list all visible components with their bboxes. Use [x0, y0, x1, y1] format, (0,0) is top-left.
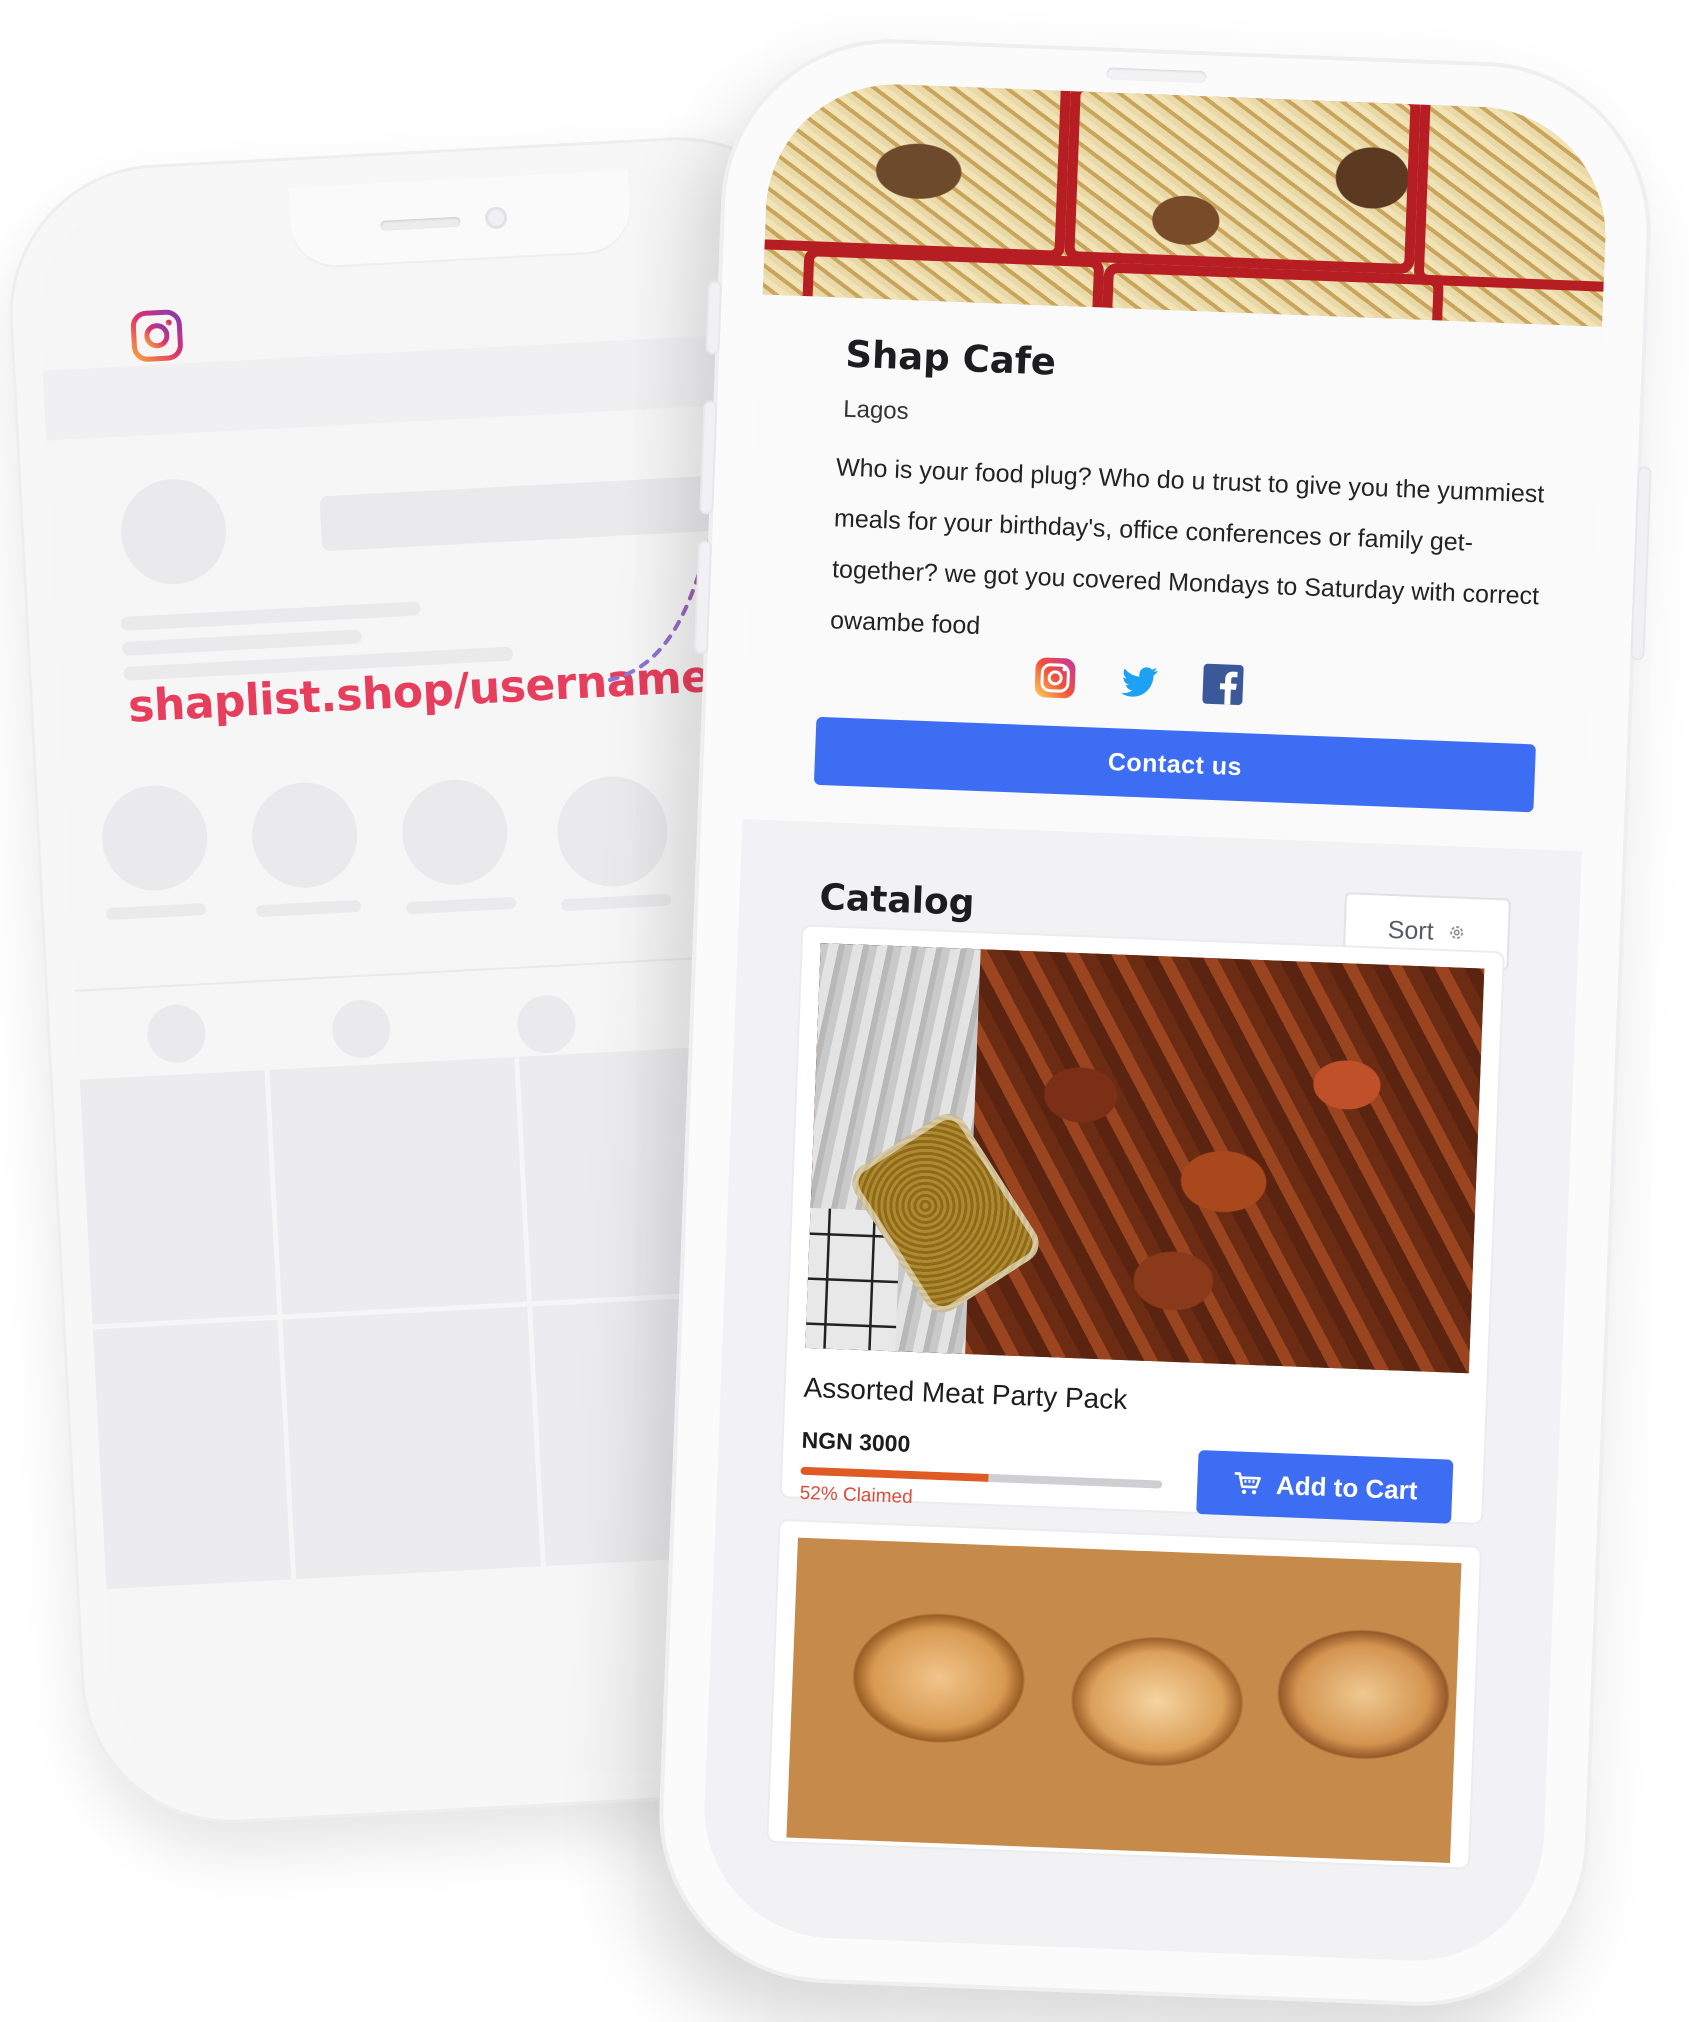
tab-placeholder [515, 993, 577, 1055]
avatar-placeholder [118, 476, 229, 587]
product-image[interactable] [786, 1537, 1462, 1863]
shop-location: Lagos [842, 395, 910, 426]
gear-icon [1450, 926, 1463, 939]
highlight-label-placeholder [105, 902, 207, 921]
camera-icon [484, 206, 508, 230]
highlight-placeholder [399, 777, 510, 888]
highlight-label-placeholder [255, 899, 362, 918]
sort-label: Sort [1387, 915, 1435, 946]
cart-icon [1234, 1472, 1261, 1495]
add-to-cart-label: Add to Cart [1275, 1469, 1419, 1505]
product-image[interactable] [805, 943, 1485, 1374]
tab-placeholder [330, 998, 392, 1060]
bio-line-placeholder [121, 629, 363, 656]
facebook-icon[interactable] [1200, 662, 1246, 708]
instagram-icon [130, 309, 183, 362]
highlight-placeholder [99, 782, 210, 894]
power-button [1632, 468, 1650, 659]
tab-placeholder [145, 1003, 207, 1065]
product-card[interactable]: Assorted Meat Party Pack NGN 3000 52% Cl… [781, 926, 1503, 1524]
highlight-placeholder [554, 773, 671, 890]
promo-stage: shaplist.shop/username Shap Cafe Lagos W… [0, 0, 1689, 2022]
volume-button [707, 282, 721, 353]
product-card[interactable] [768, 1520, 1481, 1868]
instagram-icon[interactable] [1032, 655, 1078, 701]
shop-phone: Shap Cafe Lagos Who is your food plug? W… [653, 32, 1657, 2013]
social-links [1032, 655, 1246, 707]
speaker-icon [1106, 67, 1207, 84]
highlight-label-placeholder [560, 893, 672, 912]
add-to-cart-button[interactable]: Add to Cart [1196, 1449, 1454, 1524]
phone-notch [288, 169, 633, 268]
catalog-title: Catalog [818, 877, 976, 924]
bio-line-placeholder [120, 601, 421, 631]
cover-image [762, 79, 1611, 327]
contact-us-button[interactable]: Contact us [813, 716, 1536, 813]
shop-description: Who is your food plug? Who do u trust to… [829, 453, 1545, 640]
highlight-label-placeholder [405, 896, 517, 915]
claimed-label: 52% Claimed [799, 1482, 913, 1509]
shop-title: Shap Cafe [844, 332, 1057, 384]
product-price: NGN 3000 [801, 1426, 911, 1457]
highlight-placeholder [249, 779, 360, 891]
claimed-progress-fill [800, 1466, 989, 1482]
product-name: Assorted Meat Party Pack [803, 1371, 1128, 1416]
shop-screen[interactable]: Shap Cafe Lagos Who is your food plug? W… [699, 79, 1611, 1966]
twitter-icon[interactable] [1116, 658, 1162, 704]
speaker-icon [380, 216, 461, 231]
